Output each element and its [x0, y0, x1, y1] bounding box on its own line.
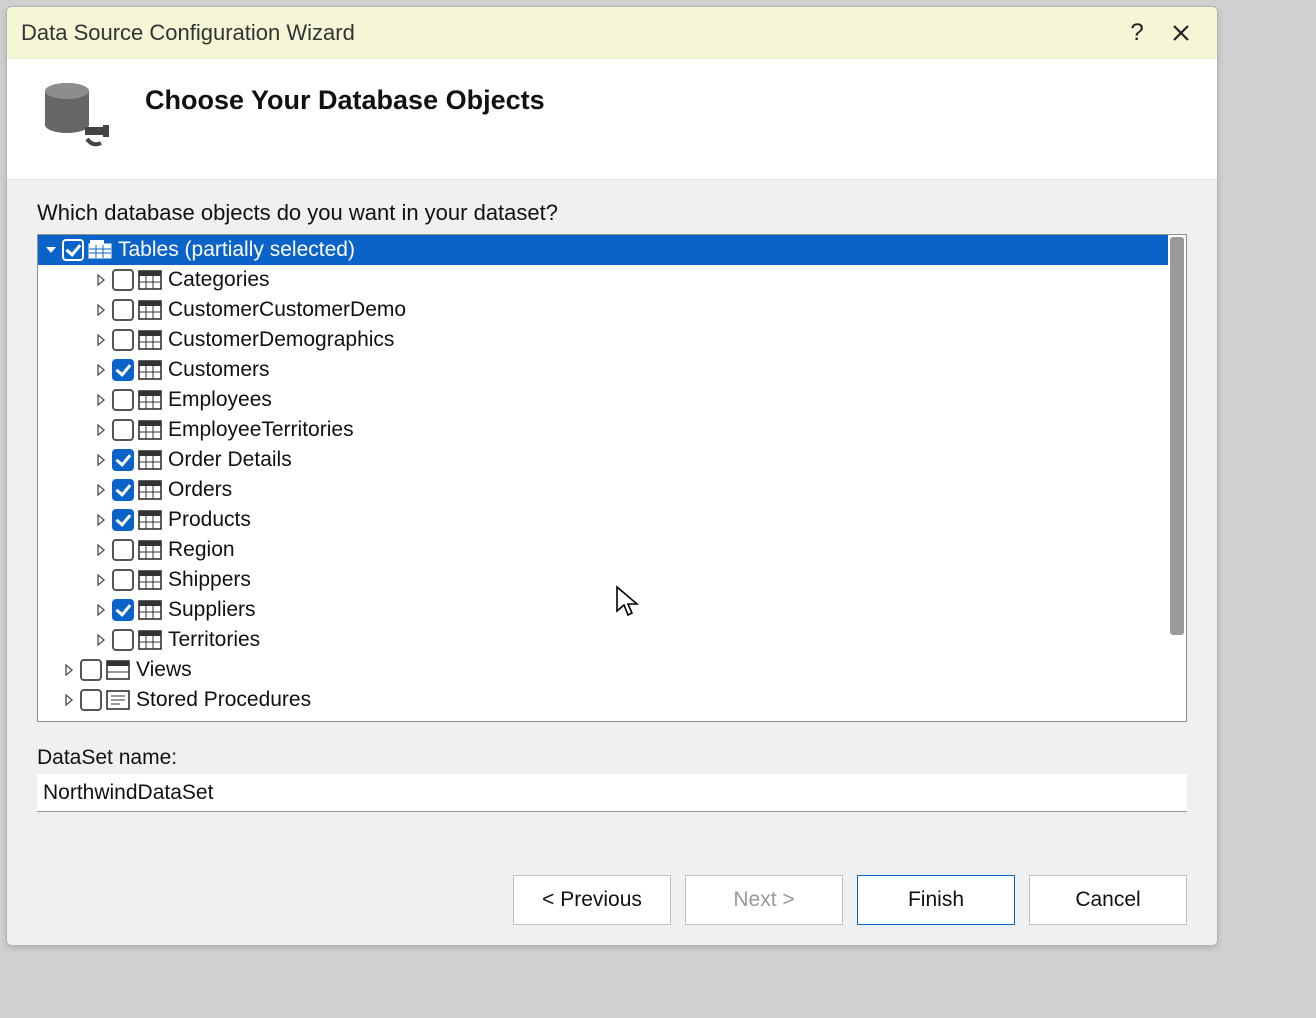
table-icon: [138, 329, 162, 351]
prompt-text: Which database objects do you want in yo…: [37, 200, 1187, 226]
page-heading: Choose Your Database Objects: [145, 85, 545, 116]
dataset-name-input[interactable]: [37, 774, 1187, 812]
tree-node-table[interactable]: Region: [38, 535, 1168, 565]
collapse-icon[interactable]: [44, 243, 58, 257]
node-label: Region: [168, 538, 235, 562]
tree-node-table[interactable]: Orders: [38, 475, 1168, 505]
finish-button[interactable]: Finish: [857, 875, 1015, 925]
checkbox[interactable]: [112, 359, 134, 381]
table-icon: [138, 269, 162, 291]
tree-node-views[interactable]: Views: [38, 655, 1168, 685]
checkbox[interactable]: [112, 479, 134, 501]
node-label: Suppliers: [168, 598, 256, 622]
node-label: Shippers: [168, 568, 251, 592]
wizard-window: Data Source Configuration Wizard ? Choos…: [6, 6, 1218, 946]
node-label: CustomerDemographics: [168, 328, 394, 352]
table-icon: [138, 599, 162, 621]
expand-icon[interactable]: [94, 393, 108, 407]
tree-node-table[interactable]: Customers: [38, 355, 1168, 385]
node-label: Views: [136, 658, 192, 682]
checkbox[interactable]: [80, 659, 102, 681]
titlebar: Data Source Configuration Wizard ?: [7, 7, 1217, 59]
checkbox[interactable]: [112, 599, 134, 621]
tree-node-table[interactable]: EmployeeTerritories: [38, 415, 1168, 445]
node-label: Employees: [168, 388, 272, 412]
expand-icon[interactable]: [94, 513, 108, 527]
checkbox[interactable]: [112, 299, 134, 321]
node-label: Categories: [168, 268, 270, 292]
table-icon: [138, 539, 162, 561]
table-icon: [138, 449, 162, 471]
expand-icon[interactable]: [94, 603, 108, 617]
tree-node-table[interactable]: Products: [38, 505, 1168, 535]
table-icon: [138, 479, 162, 501]
checkbox[interactable]: [112, 509, 134, 531]
previous-button[interactable]: < Previous: [513, 875, 671, 925]
node-label: Territories: [168, 628, 260, 652]
expand-icon[interactable]: [94, 363, 108, 377]
node-label: Customers: [168, 358, 270, 382]
tree-node-stored-procedures[interactable]: Stored Procedures: [38, 685, 1168, 715]
window-title: Data Source Configuration Wizard: [21, 20, 1115, 46]
checkbox[interactable]: [112, 269, 134, 291]
database-icon: [37, 79, 117, 151]
checkbox[interactable]: [112, 569, 134, 591]
expand-icon[interactable]: [94, 423, 108, 437]
node-label: Order Details: [168, 448, 292, 472]
dataset-name-label: DataSet name:: [37, 746, 1187, 770]
checkbox[interactable]: [112, 419, 134, 441]
expand-icon[interactable]: [94, 543, 108, 557]
checkbox[interactable]: [112, 629, 134, 651]
expand-icon[interactable]: [94, 573, 108, 587]
tree-node-table[interactable]: Order Details: [38, 445, 1168, 475]
node-label: Orders: [168, 478, 232, 502]
tree-node-table[interactable]: CustomerCustomerDemo: [38, 295, 1168, 325]
expand-icon[interactable]: [94, 333, 108, 347]
table-icon: [138, 629, 162, 651]
table-icon: [138, 509, 162, 531]
tables-folder-icon: [88, 239, 112, 261]
tree-node-table[interactable]: Suppliers: [38, 595, 1168, 625]
tree-node-table[interactable]: Shippers: [38, 565, 1168, 595]
checkbox[interactable]: [62, 239, 84, 261]
next-button: Next >: [685, 875, 843, 925]
table-icon: [138, 299, 162, 321]
checkbox[interactable]: [112, 449, 134, 471]
help-button[interactable]: ?: [1115, 11, 1159, 55]
cancel-button[interactable]: Cancel: [1029, 875, 1187, 925]
tree-node-table[interactable]: Employees: [38, 385, 1168, 415]
wizard-buttons: < Previous Next > Finish Cancel: [37, 853, 1187, 945]
table-icon: [138, 569, 162, 591]
checkbox[interactable]: [112, 539, 134, 561]
scrollbar-thumb[interactable]: [1170, 237, 1184, 635]
node-label: EmployeeTerritories: [168, 418, 354, 442]
node-label: CustomerCustomerDemo: [168, 298, 406, 322]
tree-node-tables[interactable]: Tables (partially selected): [38, 235, 1168, 265]
objects-tree[interactable]: Tables (partially selected) Categories Cu…: [37, 234, 1187, 722]
checkbox[interactable]: [112, 389, 134, 411]
expand-icon[interactable]: [94, 483, 108, 497]
table-icon: [138, 419, 162, 441]
node-label: Stored Procedures: [136, 688, 311, 712]
wizard-body: Which database objects do you want in yo…: [7, 179, 1217, 945]
tree-node-table[interactable]: Categories: [38, 265, 1168, 295]
stored-procedures-icon: [106, 689, 130, 711]
checkbox[interactable]: [112, 329, 134, 351]
expand-icon[interactable]: [94, 453, 108, 467]
tree-node-table[interactable]: CustomerDemographics: [38, 325, 1168, 355]
node-label: Products: [168, 508, 251, 532]
views-icon: [106, 659, 130, 681]
tree-node-table[interactable]: Territories: [38, 625, 1168, 655]
expand-icon[interactable]: [62, 663, 76, 677]
close-button[interactable]: [1159, 11, 1203, 55]
expand-icon[interactable]: [94, 273, 108, 287]
expand-icon[interactable]: [94, 633, 108, 647]
page-header: Choose Your Database Objects: [7, 59, 1217, 179]
table-icon: [138, 359, 162, 381]
expand-icon[interactable]: [62, 693, 76, 707]
checkbox[interactable]: [80, 689, 102, 711]
node-label: Tables (partially selected): [118, 238, 355, 262]
table-icon: [138, 389, 162, 411]
expand-icon[interactable]: [94, 303, 108, 317]
